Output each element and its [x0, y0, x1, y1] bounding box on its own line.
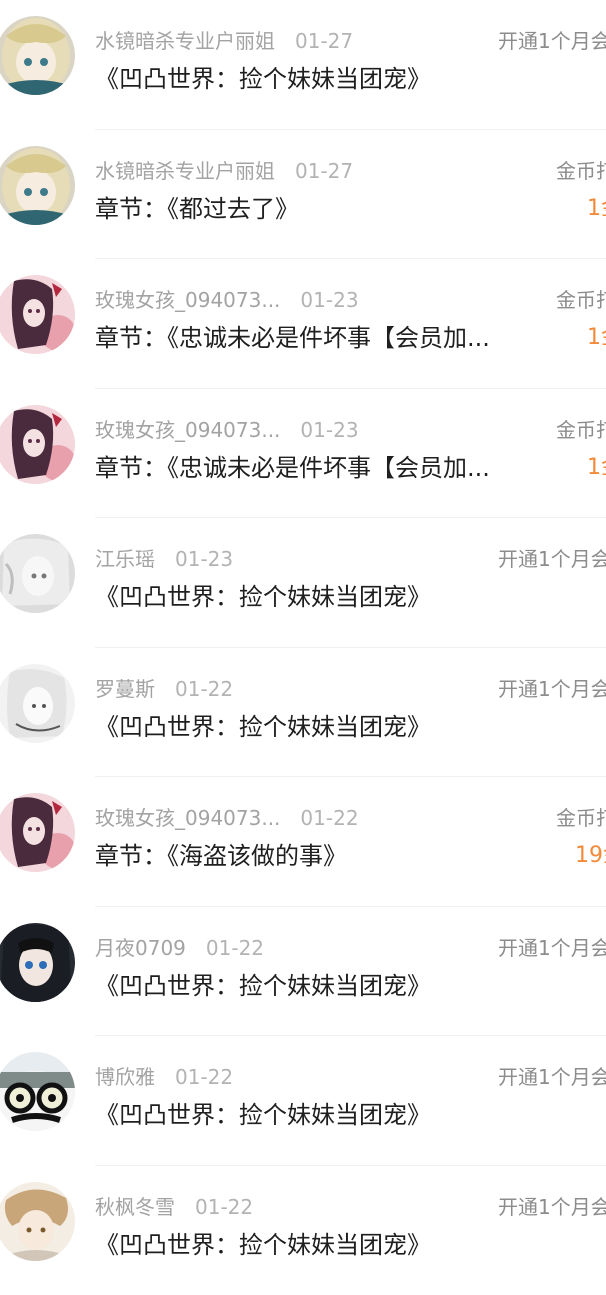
avatar[interactable]	[0, 146, 75, 225]
list-item[interactable]: 水镜暗杀专业户丽姐 01-27 章节：《都过去了》 金币打 1金	[0, 130, 606, 260]
action-label: 开通1个月会	[498, 546, 606, 572]
date: 01-23	[300, 287, 358, 313]
list-item[interactable]: 罗蔓斯 01-22 《凹凸世界：捡个妹妹当团宠》 开通1个月会	[0, 648, 606, 778]
username[interactable]: 玫瑰女孩_094073...	[95, 287, 280, 313]
avatar[interactable]	[0, 793, 75, 872]
avatar[interactable]	[0, 275, 75, 354]
date: 01-22	[175, 1064, 233, 1090]
avatar[interactable]	[0, 923, 75, 1002]
avatar[interactable]	[0, 1182, 75, 1261]
item-title[interactable]: 章节：《忠诚未必是件坏事【会员加...	[95, 452, 547, 484]
coin-amount: 1金	[587, 452, 606, 484]
date: 01-22	[195, 1194, 253, 1220]
avatar[interactable]	[0, 405, 75, 484]
list-item[interactable]: 博欣雅 01-22 《凹凸世界：捡个妹妹当团宠》 开通1个月会	[0, 1036, 606, 1166]
action-label: 金币打	[556, 287, 606, 313]
action-label: 金币打	[556, 417, 606, 443]
avatar[interactable]	[0, 664, 75, 743]
item-meta: 水镜暗杀专业户丽姐 01-27	[95, 158, 353, 184]
item-title[interactable]: 《凹凸世界：捡个妹妹当团宠》	[95, 970, 547, 1002]
item-title[interactable]: 《凹凸世界：捡个妹妹当团宠》	[95, 581, 547, 613]
list-item[interactable]: 水镜暗杀专业户丽姐 01-27 《凹凸世界：捡个妹妹当团宠》 开通1个月会	[0, 0, 606, 130]
username[interactable]: 博欣雅	[95, 1064, 155, 1090]
item-meta: 江乐瑶 01-23	[95, 546, 233, 572]
username[interactable]: 秋枫冬雪	[95, 1194, 175, 1220]
item-title[interactable]: 《凹凸世界：捡个妹妹当团宠》	[95, 1229, 547, 1261]
date: 01-22	[206, 935, 264, 961]
avatar[interactable]	[0, 1052, 75, 1131]
coin-amount: 19金	[575, 840, 606, 872]
item-meta: 水镜暗杀专业户丽姐 01-27	[95, 28, 353, 54]
list-item[interactable]: 江乐瑶 01-23 《凹凸世界：捡个妹妹当团宠》 开通1个月会	[0, 518, 606, 648]
list-item[interactable]: 月夜0709 01-22 《凹凸世界：捡个妹妹当团宠》 开通1个月会	[0, 907, 606, 1037]
action-label: 开通1个月会	[498, 676, 606, 702]
username[interactable]: 玫瑰女孩_094073...	[95, 805, 280, 831]
action-label: 开通1个月会	[498, 28, 606, 54]
item-title[interactable]: 《凹凸世界：捡个妹妹当团宠》	[95, 63, 547, 95]
avatar[interactable]	[0, 534, 75, 613]
item-title[interactable]: 《凹凸世界：捡个妹妹当团宠》	[95, 711, 547, 743]
item-title[interactable]: 章节：《海盗该做的事》	[95, 840, 547, 872]
item-meta: 秋枫冬雪 01-22	[95, 1194, 253, 1220]
item-title[interactable]: 《凹凸世界：捡个妹妹当团宠》	[95, 1099, 547, 1131]
action-label: 开通1个月会	[498, 1064, 606, 1090]
list-item[interactable]: 玫瑰女孩_094073... 01-22 章节：《海盗该做的事》 金币打 19金	[0, 777, 606, 907]
action-label: 开通1个月会	[498, 1194, 606, 1220]
date: 01-22	[300, 805, 358, 831]
item-meta: 罗蔓斯 01-22	[95, 676, 233, 702]
action-label: 金币打	[556, 158, 606, 184]
action-label: 开通1个月会	[498, 935, 606, 961]
username[interactable]: 月夜0709	[95, 935, 186, 961]
date: 01-22	[175, 676, 233, 702]
username[interactable]: 江乐瑶	[95, 546, 155, 572]
username[interactable]: 水镜暗杀专业户丽姐	[95, 158, 275, 184]
reward-record-list: 水镜暗杀专业户丽姐 01-27 《凹凸世界：捡个妹妹当团宠》 开通1个月会 水镜暗…	[0, 0, 606, 1280]
username[interactable]: 玫瑰女孩_094073...	[95, 417, 280, 443]
username[interactable]: 罗蔓斯	[95, 676, 155, 702]
date: 01-23	[175, 546, 233, 572]
item-meta: 玫瑰女孩_094073... 01-23	[95, 287, 359, 313]
avatar[interactable]	[0, 16, 75, 95]
date: 01-27	[295, 28, 353, 54]
action-label: 金币打	[556, 805, 606, 831]
date: 01-23	[300, 417, 358, 443]
username[interactable]: 水镜暗杀专业户丽姐	[95, 28, 275, 54]
item-title[interactable]: 章节：《忠诚未必是件坏事【会员加...	[95, 322, 547, 354]
date: 01-27	[295, 158, 353, 184]
item-meta: 博欣雅 01-22	[95, 1064, 233, 1090]
item-title[interactable]: 章节：《都过去了》	[95, 193, 547, 225]
list-item[interactable]: 玫瑰女孩_094073...01-23 章节：《忠诚未必是件坏事【会员加... …	[0, 259, 606, 389]
list-item[interactable]: 玫瑰女孩_094073...01-23 章节：《忠诚未必是件坏事【会员加... …	[0, 389, 606, 519]
item-meta: 月夜0709 01-22	[95, 935, 264, 961]
item-meta: 玫瑰女孩_094073... 01-22	[95, 805, 359, 831]
coin-amount: 1金	[587, 193, 606, 225]
item-meta: 玫瑰女孩_094073... 01-23	[95, 417, 359, 443]
list-item[interactable]: 秋枫冬雪 01-22 《凹凸世界：捡个妹妹当团宠》 开通1个月会	[0, 1166, 606, 1295]
coin-amount: 1金	[587, 322, 606, 354]
